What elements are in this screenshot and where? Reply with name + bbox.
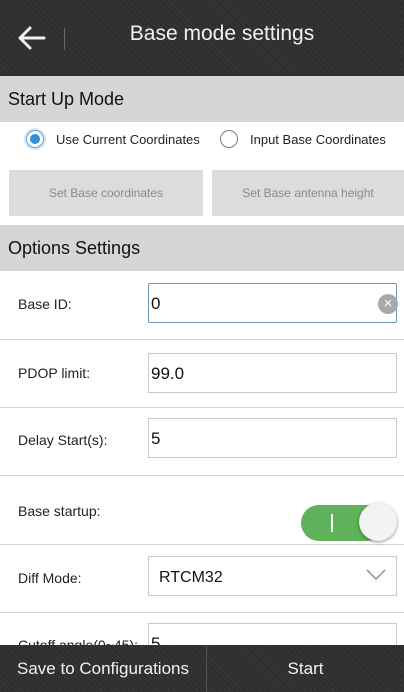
radio-checked-icon [26,130,44,148]
chevron-down-icon [366,569,386,581]
diff-mode-row: Diff Mode: RTCM32 [0,545,404,613]
radio-use-current-coordinates[interactable]: Use Current Coordinates [26,130,200,148]
section-header-start-up-mode: Start Up Mode [0,76,404,122]
radio-unchecked-icon [220,130,238,148]
start-button[interactable]: Start [207,645,404,692]
radio-input-base-coordinates[interactable]: Input Base Coordinates [220,130,386,148]
radio-label: Input Base Coordinates [250,131,386,147]
clear-icon[interactable]: × [378,294,398,314]
diff-mode-select[interactable]: RTCM32 [148,556,397,596]
startup-mode-radio-group: Use Current Coordinates Input Base Coord… [0,122,404,168]
base-id-label: Base ID: [18,296,72,312]
pdop-limit-row: PDOP limit: 99.0 [0,340,404,408]
page-title: Base mode settings [129,22,315,45]
radio-label: Use Current Coordinates [56,131,200,147]
diff-mode-value: RTCM32 [159,569,223,586]
save-to-configurations-button[interactable]: Save to Configurations [0,645,206,692]
set-base-antenna-height-button[interactable]: Set Base antenna height [212,170,404,216]
delay-start-input[interactable]: 5 [148,418,397,458]
pdop-limit-value: 99.0 [151,364,185,383]
section-header-options-settings: Options Settings [0,225,404,271]
base-id-input[interactable]: 0 × [148,283,398,323]
toggle-on-mark [331,514,333,532]
base-startup-toggle[interactable] [301,503,397,543]
delay-start-row: Delay Start(s): 5 [0,408,404,476]
base-id-row: Base ID: 0 × [0,271,404,340]
base-startup-label: Base startup: [18,503,101,519]
set-base-coordinates-button[interactable]: Set Base coordinates [9,170,203,216]
toggle-knob [359,503,397,541]
top-app-bar: Base mode settings [0,0,404,76]
delay-start-value: 5 [151,429,161,448]
diff-mode-label: Diff Mode: [18,570,82,586]
base-id-value: 0 [151,294,161,313]
delay-start-label: Delay Start(s): [18,432,108,448]
bottom-action-bar: Save to Configurations Start [0,645,404,692]
pdop-limit-input[interactable]: 99.0 [148,353,397,393]
pdop-limit-label: PDOP limit: [18,365,91,381]
